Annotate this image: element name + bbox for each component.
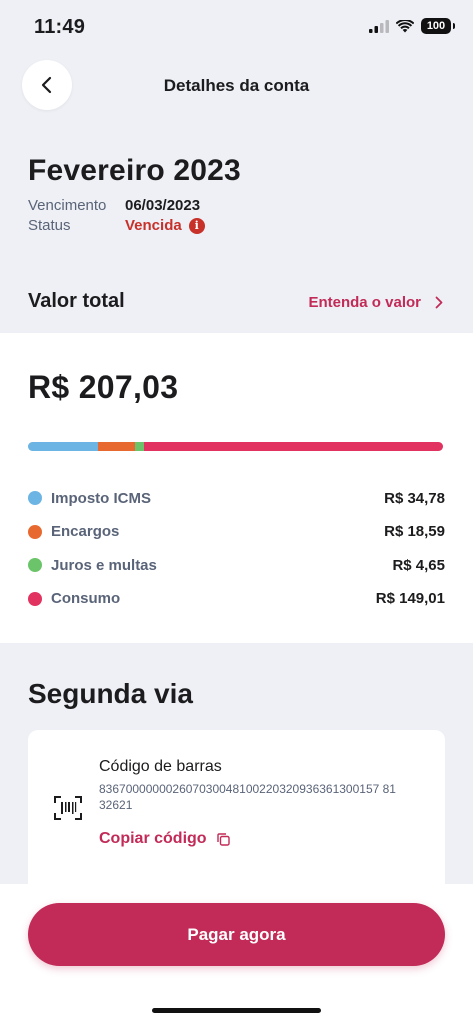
barcode-card: Código de barras 83670000000260703004810…	[28, 730, 445, 900]
battery-level: 100	[426, 20, 446, 32]
legend-label: Imposto ICMS	[51, 489, 151, 507]
legend-dot-icon	[28, 491, 42, 505]
legend-dot-icon	[28, 524, 42, 539]
understand-value-link[interactable]: Entenda o valor	[308, 294, 443, 311]
legend-value: R$ 149,01	[375, 590, 445, 607]
status-time: 11:49	[34, 16, 86, 38]
status-icons: 100	[369, 18, 455, 34]
due-date-row: Vencimento 06/03/2023	[28, 197, 200, 214]
barcode-icon	[54, 796, 82, 820]
breakdown-legend-item: Consumo R$ 149,01	[28, 588, 445, 610]
total-amount: R$ 207,03	[28, 369, 179, 405]
status-row: Status Vencida i	[28, 217, 205, 234]
legend-label: Consumo	[51, 590, 121, 607]
due-date-label: Vencimento	[28, 197, 107, 214]
breakdown-legend-item: Encargos R$ 18,59	[28, 521, 445, 543]
app-header: Detalhes da conta	[0, 60, 473, 112]
info-icon[interactable]: i	[188, 217, 205, 234]
battery-icon: 100	[421, 18, 455, 34]
pay-now-button[interactable]: Pagar agora	[28, 903, 445, 966]
breakdown-bar-segment	[97, 442, 135, 451]
legend-value: R$ 18,59	[384, 523, 445, 540]
breakdown-legend-item: Imposto ICMS R$ 34,78	[28, 487, 445, 509]
legend-value: R$ 4,65	[392, 556, 445, 574]
legend-label: Encargos	[51, 523, 120, 540]
home-indicator	[152, 1008, 321, 1013]
breakdown-legend-item: Juros e multas R$ 4,65	[28, 554, 445, 576]
breakdown-bar-segment	[144, 442, 443, 451]
page-title: Detalhes da conta	[163, 76, 310, 95]
breakdown-bar-segment	[134, 442, 145, 451]
wifi-icon	[396, 19, 414, 32]
total-value-card: R$ 207,03 Imposto ICMS R$ 34,78 Encargos R$…	[0, 333, 473, 643]
copy-icon	[216, 832, 230, 846]
bill-month-title: Fevereiro 2023	[28, 154, 241, 187]
due-date-value: 06/03/2023	[125, 197, 201, 214]
bottom-action-area: Pagar agora	[0, 884, 473, 1024]
status-label: Status	[28, 217, 71, 234]
barcode-title: Código de barras	[99, 758, 222, 775]
understand-value-label: Entenda o valor	[308, 294, 421, 311]
copy-code-button[interactable]: Copiar código	[99, 830, 230, 848]
breakdown-bar-segment	[28, 442, 98, 451]
legend-value: R$ 34,78	[384, 489, 445, 507]
barcode-number: 8367000000026070300481002203209363613001…	[99, 782, 396, 812]
legend-dot-icon	[28, 558, 42, 572]
legend-label: Juros e multas	[51, 556, 157, 574]
legend-dot-icon	[28, 591, 42, 606]
status-badge: Vencida	[125, 217, 182, 234]
chevron-right-icon	[435, 296, 443, 309]
total-heading: Valor total	[28, 290, 125, 312]
copy-code-label: Copiar código	[99, 830, 207, 847]
cellular-signal-icon	[369, 19, 389, 33]
second-copy-heading: Segunda via	[28, 678, 193, 709]
breakdown-bar	[28, 442, 443, 451]
status-bar: 11:49 100	[0, 0, 473, 56]
